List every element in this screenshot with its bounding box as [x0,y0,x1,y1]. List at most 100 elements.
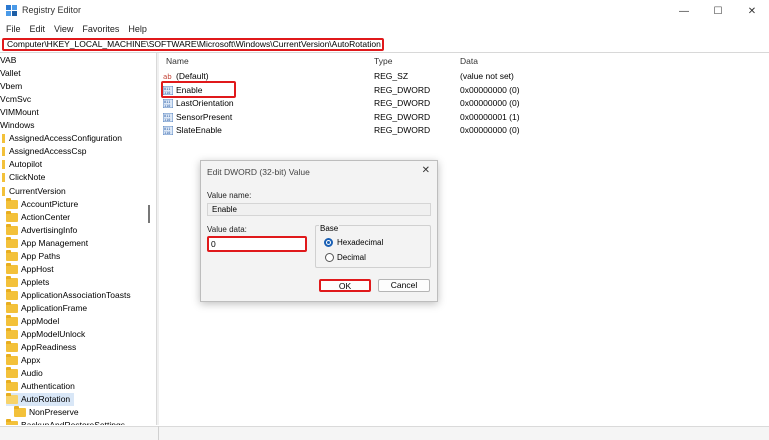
svg-text:110: 110 [164,118,170,122]
tree-item[interactable]: BackupAndRestoreSettings [6,419,125,425]
string-value-icon: ab [163,73,172,81]
folder-icon [2,134,5,144]
tree-item-label: CurrentVersion [9,185,66,196]
menu-favorites[interactable]: Favorites [82,24,119,34]
folder-icon [6,301,18,313]
folder-icon [14,406,26,418]
tree-item[interactable]: CurrentVersion [2,185,66,198]
tree-item-label: AppHost [21,263,54,274]
tree-item[interactable]: Autopilot [2,158,42,171]
tree-item[interactable]: Appx [6,354,40,367]
tree-item[interactable]: AdvertisingInfo [6,223,77,237]
folder-icon [2,173,5,183]
binary-value-icon: 011110 [163,112,173,122]
menu-file[interactable]: File [6,24,21,34]
tree-item[interactable]: App Paths [6,249,61,263]
tree-item-label: App Paths [21,250,61,261]
window-title: Registry Editor [22,5,82,15]
folder-icon [6,328,18,340]
menu-view[interactable]: View [54,24,73,34]
tree-item[interactable]: VIMMount [0,106,39,119]
address-bar[interactable]: Computer\HKEY_LOCAL_MACHINE\SOFTWARE\Mic… [2,38,384,51]
tree-item[interactable]: AccountPicture [6,197,79,211]
value-data-cell: (value not set) [460,71,514,81]
tree-item[interactable]: ApplicationAssociationToasts [6,288,131,302]
folder-icon [6,236,18,248]
tree-item[interactable]: VcmSvc [0,93,31,106]
tree-item[interactable]: Audio [6,367,43,380]
tree-item-label: AppModel [21,316,60,326]
tree-item-label: Autopilot [9,159,43,170]
menu-edit[interactable]: Edit [30,24,46,34]
value-row[interactable]: 011 110 SlateEnable REG_DWORD 0x00000000 (0) [163,124,583,137]
value-name-cell: SlateEnable [176,125,222,135]
folder-icon [6,367,18,379]
tree-item[interactable]: Vallet [0,67,21,80]
tree-item[interactable]: ActionCenter [6,210,70,224]
folder-icon [6,275,18,287]
tree-scrollbar-thumb[interactable] [148,205,150,223]
maximize-button[interactable]: ☐ [701,0,735,22]
tree-item[interactable]: AutoRotation [6,393,75,407]
tree-item[interactable]: AppReadiness [6,341,76,354]
dialog-close-button[interactable]: ✕ [422,165,430,176]
svg-text:110: 110 [164,104,170,108]
tree-item-label: Authentication [21,381,75,392]
minimize-button[interactable]: — [667,0,701,22]
tree-item[interactable]: Windows [0,119,34,132]
tree-item[interactable]: AppModel [6,315,59,328]
cancel-button[interactable]: Cancel [378,279,430,292]
tree-item[interactable]: Applets [6,275,50,289]
tree-item-label: Applets [21,276,50,287]
svg-text:ab: ab [163,73,172,81]
folder-icon [2,147,5,157]
status-bar-separator [158,426,159,440]
value-type-cell: REG_DWORD [374,111,431,122]
column-header-name[interactable]: Name [166,56,189,67]
hexadecimal-label[interactable]: Hexadecimal [337,238,383,247]
tree-item[interactable]: AppModelUnlock [6,328,85,341]
value-data-input[interactable]: 0 [207,236,307,252]
tree-item[interactable]: NonPreserve [14,406,79,419]
tree-item[interactable]: AssignedAccessConfiguration [2,132,122,145]
value-name-cell: LastOrientation [176,98,234,108]
ok-button[interactable]: OK [319,279,371,292]
binary-value-icon: 011110 [163,126,173,135]
value-type-cell: REG_SZ [374,71,409,81]
tree-item-label: BackupAndRestoreSettings [21,419,125,425]
tree-item-label: AppModelUnlock [21,329,86,340]
menu-bar: File Edit View Favorites Help [0,22,156,36]
pane-splitter[interactable] [156,53,159,425]
tree-item-label: ApplicationFrame [21,302,88,313]
tree-item[interactable]: AppHost [6,262,54,276]
svg-text:110: 110 [164,131,170,135]
folder-icon [6,197,18,209]
close-button[interactable]: ✕ [735,0,769,22]
key-tree[interactable]: VAB Vallet Vbem VcmSvc VIMMount Windows Assign… [0,53,155,425]
tree-item-label: Audio [21,368,43,379]
tree-item-label: AccountPicture [21,198,79,209]
tree-item-label: AssignedAccessCsp [9,146,87,157]
tree-item[interactable]: AssignedAccessCsp [2,145,86,158]
hexadecimal-radio[interactable] [324,238,333,247]
folder-icon [6,288,18,300]
tree-item[interactable]: Vbem [0,80,22,93]
column-header-type[interactable]: Type [374,56,392,67]
registry-editor-icon [6,5,17,16]
tree-item[interactable]: VAB [0,54,16,67]
column-header-data[interactable]: Data [460,56,478,67]
tree-item-label: AssignedAccessConfiguration [9,133,122,144]
tree-item-label: VAB [0,55,17,65]
menu-help[interactable]: Help [128,24,147,34]
tree-item[interactable]: Authentication [6,380,75,393]
tree-item[interactable]: ClickNote [2,171,45,184]
value-row[interactable]: 011 110 LastOrientation REG_DWORD 0x00000000… [163,97,583,110]
folder-icon [6,223,18,235]
tree-item-label: AppReadiness [21,342,77,353]
decimal-label[interactable]: Decimal [337,253,366,262]
value-row[interactable]: 011 110 SensorPresent REG_DWORD 0x00000001 (… [163,111,583,124]
tree-item-label: ClickNote [9,172,46,183]
tree-item[interactable]: ApplicationFrame [6,301,88,315]
tree-item[interactable]: App Management [6,236,88,250]
decimal-radio[interactable] [325,253,334,262]
